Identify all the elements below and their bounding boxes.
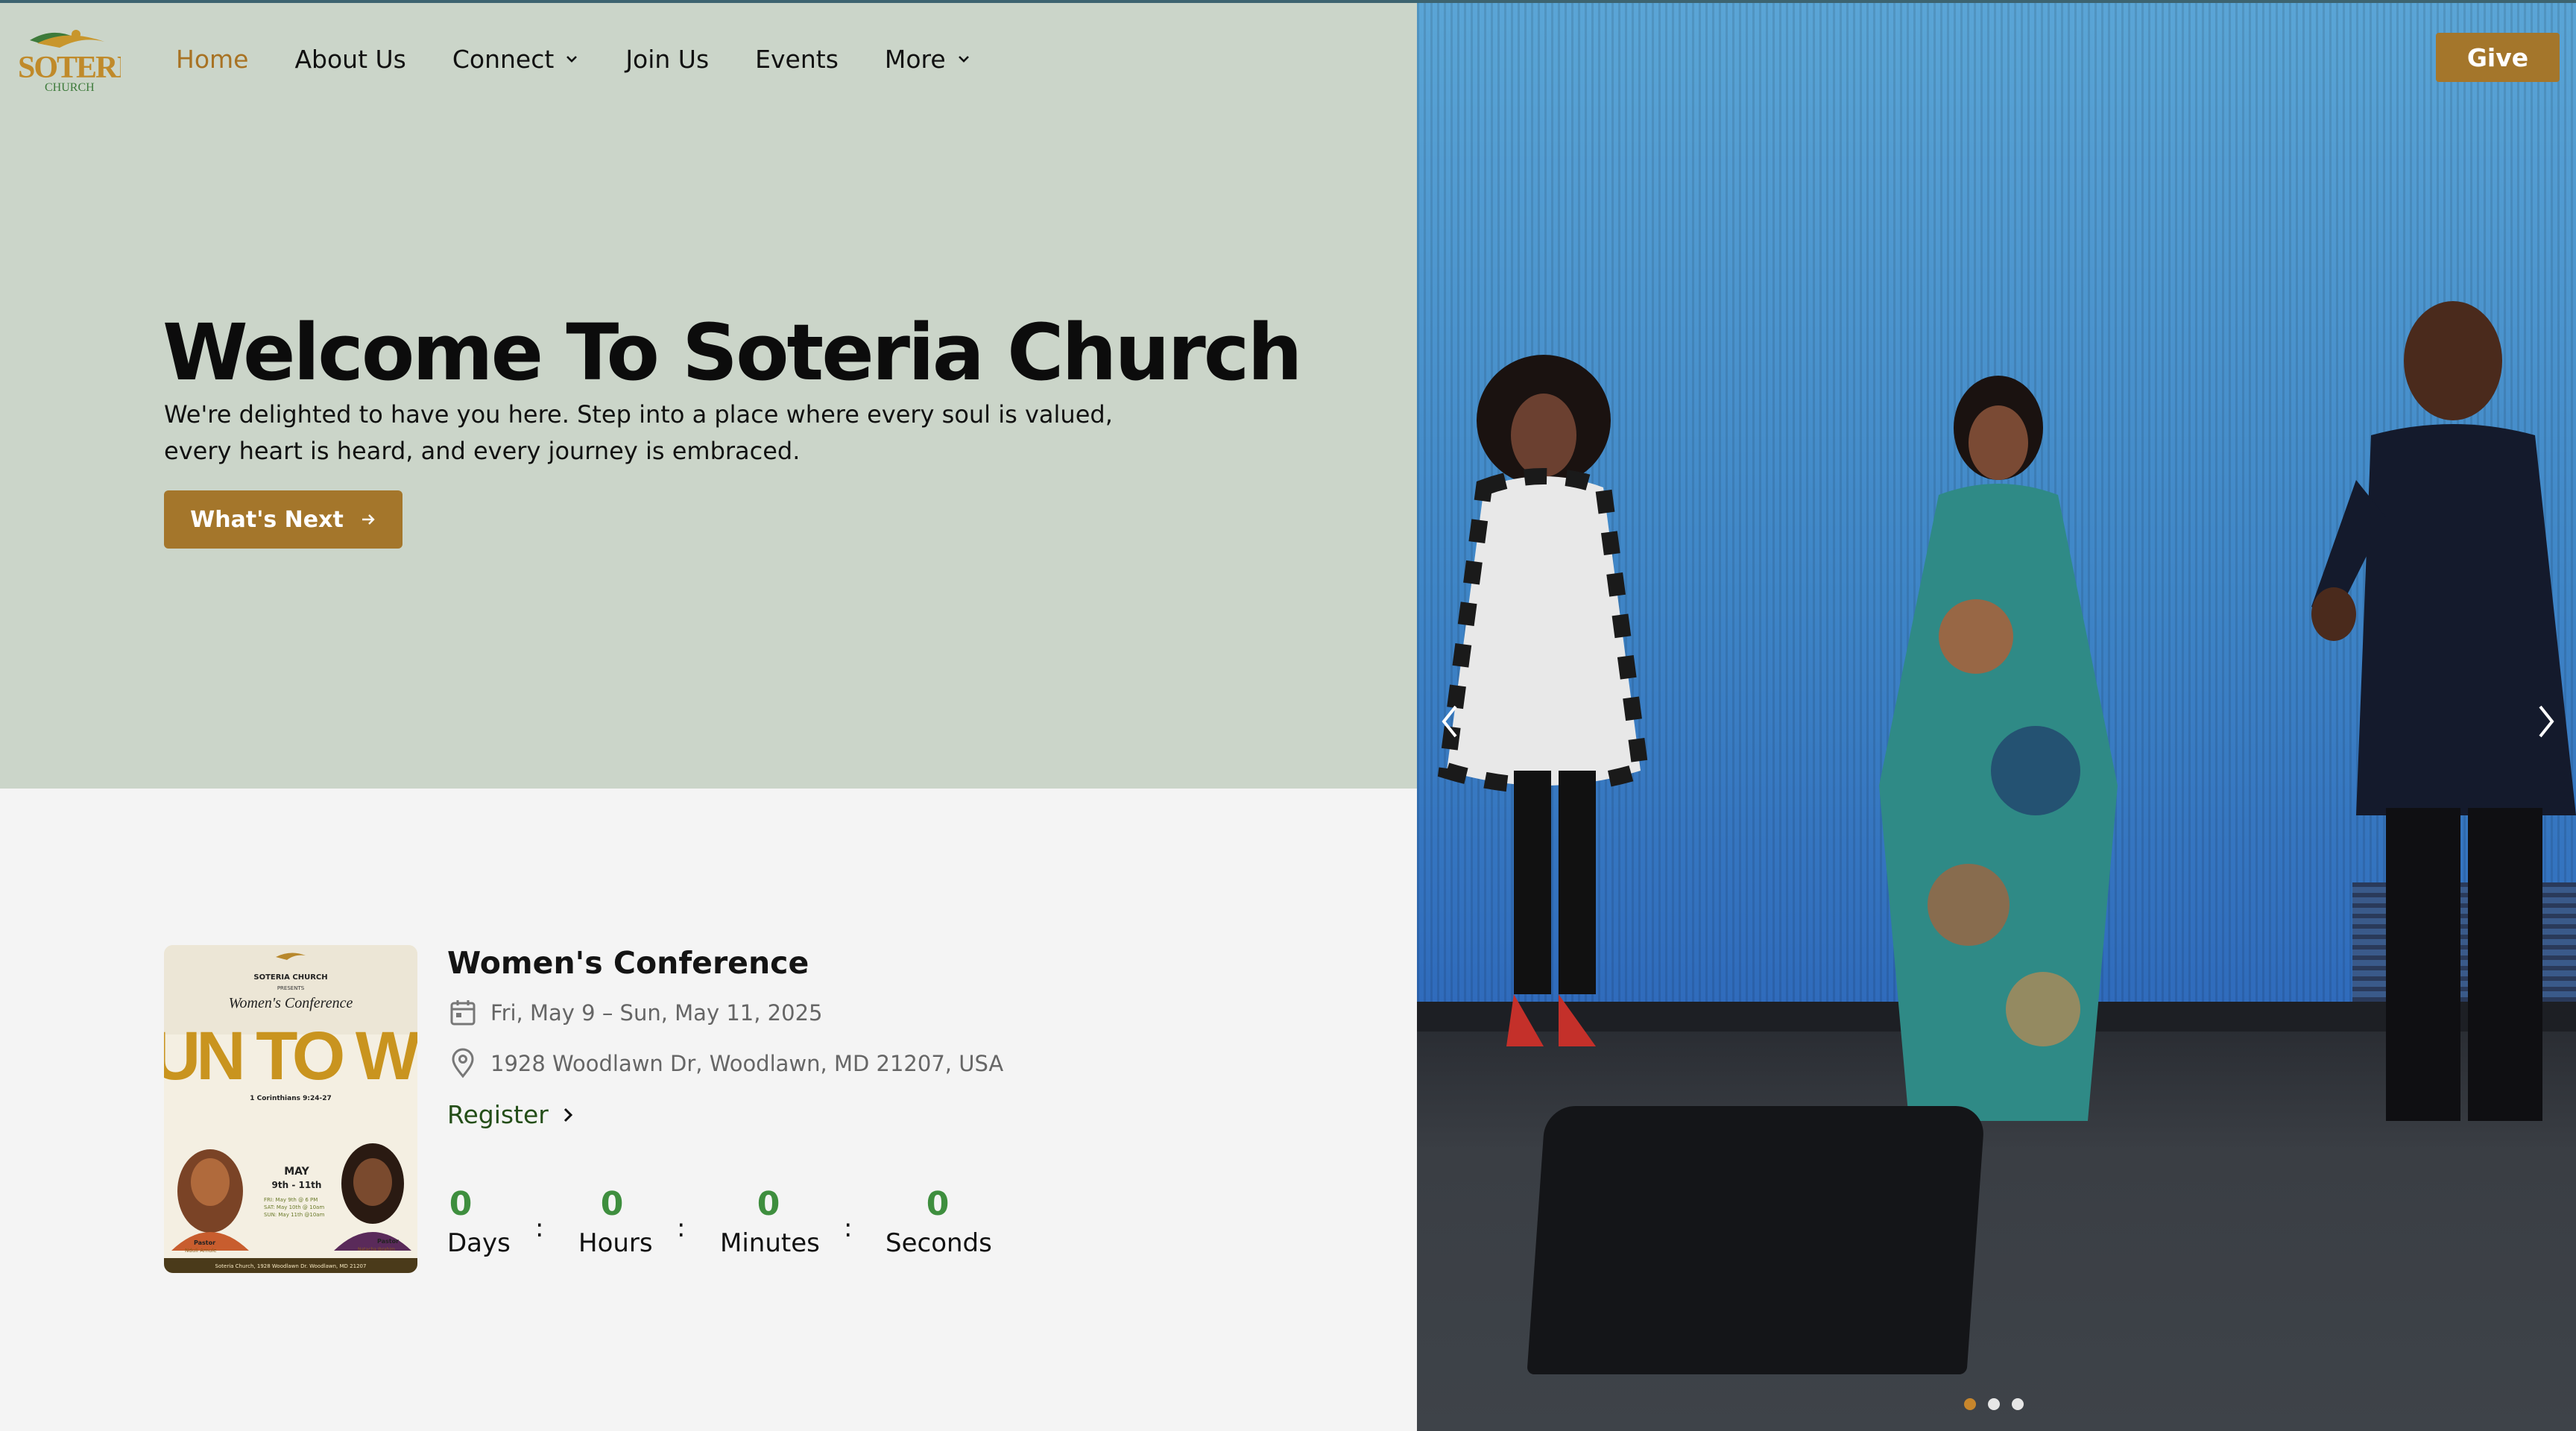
nav-more[interactable]: More — [885, 45, 971, 74]
slide-dot-3[interactable] — [2012, 1398, 2024, 1410]
logo-wordmark: SOTERIA — [18, 51, 121, 85]
main-nav: Home About Us Connect Join Us Events Mor… — [176, 40, 1017, 78]
event-date-text: Fri, May 9 – Sun, May 11, 2025 — [490, 1000, 823, 1026]
singer-left-figure — [1437, 355, 1650, 1046]
chevron-right-icon — [564, 1108, 572, 1122]
poster-days: 9th - 11th — [272, 1180, 322, 1190]
poster-schedule-line: FRI: May 9th @ 6 PM — [264, 1197, 318, 1203]
poster-speaker-right-name: Natacha Ibrahim — [358, 1247, 395, 1252]
countdown-value: 0 — [757, 1185, 780, 1223]
whats-next-label: What's Next — [190, 506, 344, 533]
register-label: Register — [447, 1100, 549, 1129]
countdown-separator: : — [677, 1213, 686, 1243]
countdown-label: Seconds — [886, 1228, 992, 1258]
countdown-days: 0 Days — [447, 1184, 511, 1261]
stage-monitor-speaker — [1527, 1106, 1986, 1374]
event-poster[interactable]: SOTERIA CHURCH PRESENTS Women's Conferen… — [164, 945, 417, 1273]
chevron-left-icon[interactable] — [1435, 701, 1465, 742]
nav-label: Join Us — [625, 44, 710, 74]
calendar-icon — [450, 1000, 476, 1026]
countdown-minutes: 0 Minutes — [720, 1184, 820, 1261]
slide-dot-2[interactable] — [1988, 1398, 2000, 1410]
nav-label: Events — [755, 44, 839, 74]
poster-month: MAY — [284, 1166, 309, 1178]
poster-artwork: SOTERIA CHURCH PRESENTS Women's Conferen… — [164, 945, 417, 1273]
countdown-label: Days — [447, 1225, 511, 1261]
event-location: 1928 Woodlawn Dr, Woodlawn, MD 21207, US… — [447, 1048, 1003, 1079]
hero-title: Welcome To Soteria Church — [162, 307, 1302, 398]
event-date: Fri, May 9 – Sun, May 11, 2025 — [447, 997, 822, 1029]
countdown-value: 0 — [449, 1185, 473, 1223]
countdown-seconds: 0 Seconds — [886, 1184, 992, 1261]
nav-label: More — [884, 44, 946, 74]
poster-headline: RUN TO WIN — [164, 1018, 417, 1094]
church-logo[interactable]: SOTERIA CHURCH — [15, 22, 121, 94]
arrow-right-icon — [362, 514, 375, 525]
whats-next-button[interactable]: What's Next — [164, 490, 402, 549]
chevron-down-icon — [566, 56, 578, 63]
poster-presents: PRESENTS — [277, 985, 305, 991]
nav-home[interactable]: Home — [176, 45, 248, 74]
singer-center-figure — [1879, 376, 2118, 1121]
give-label: Give — [2466, 42, 2529, 72]
nav-events[interactable]: Events — [755, 45, 839, 74]
nav-label: Home — [176, 44, 249, 74]
chevron-right-icon[interactable] — [2531, 701, 2561, 742]
poster-org: SOTERIA CHURCH — [253, 973, 327, 982]
poster-schedule-line: SAT: May 10th @ 10am — [264, 1204, 324, 1210]
countdown-value: 0 — [600, 1185, 624, 1223]
poster-speaker-left-title: Pastor — [194, 1239, 215, 1246]
nav-label: About Us — [294, 44, 406, 74]
nav-label: Connect — [452, 44, 555, 74]
countdown-value: 0 — [926, 1185, 950, 1223]
countdown-hours: 0 Hours — [578, 1184, 653, 1261]
nav-about-us[interactable]: About Us — [294, 45, 405, 74]
hero-slideshow: Give — [1417, 0, 2576, 1431]
event-location-text: 1928 Woodlawn Dr, Woodlawn, MD 21207, US… — [490, 1051, 1004, 1076]
hero-section: SOTERIA CHURCH Home About Us Connect Joi… — [0, 0, 1417, 789]
poster-footer: Soteria Church, 1928 Woodlawn Dr. Woodla… — [215, 1263, 367, 1269]
slide-dot-1[interactable] — [1964, 1398, 1976, 1410]
chevron-down-icon — [958, 56, 969, 63]
poster-speaker-left-name: Nduli Amule — [185, 1248, 217, 1254]
poster-speaker-right-title: Pastor — [377, 1238, 399, 1245]
poster-script-title: Women's Conference — [229, 995, 353, 1011]
logo-subtext: CHURCH — [45, 81, 95, 94]
countdown-separator: : — [535, 1213, 544, 1243]
map-pin-icon — [452, 1048, 474, 1078]
nav-join-us[interactable]: Join Us — [625, 45, 709, 74]
countdown-label: Minutes — [720, 1228, 820, 1258]
poster-schedule-line: SUN: May 11th @10am — [264, 1212, 325, 1218]
give-button[interactable]: Give — [2436, 33, 2560, 82]
countdown-separator: : — [844, 1213, 853, 1243]
register-link[interactable]: Register — [447, 1100, 575, 1129]
countdown-label: Hours — [578, 1228, 653, 1258]
hero-subtitle: We're delighted to have you here. Step i… — [164, 400, 1113, 465]
event-title: Women's Conference — [447, 945, 809, 981]
slide-indicators — [1964, 1398, 2036, 1410]
poster-verse: 1 Corinthians 9:24-27 — [250, 1095, 332, 1102]
nav-connect[interactable]: Connect — [452, 45, 579, 74]
